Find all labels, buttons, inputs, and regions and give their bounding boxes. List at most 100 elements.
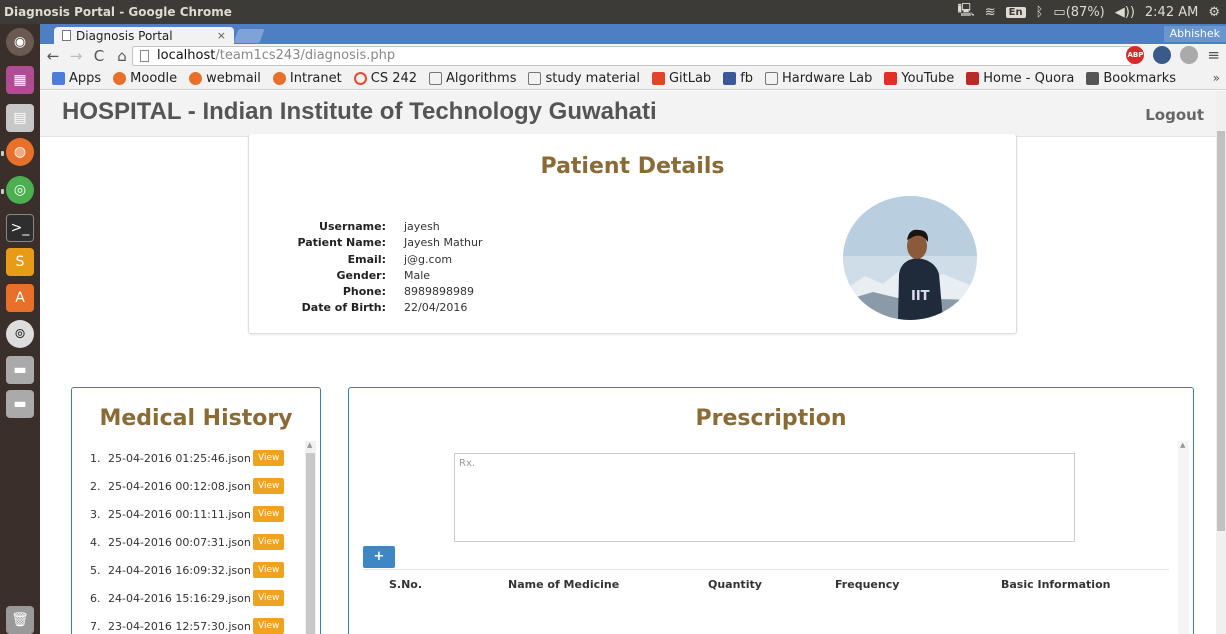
history-item-index: 7. (90, 619, 101, 633)
patient-details-list: Username: jayesh Patient Name: Jayesh Math… (289, 219, 482, 317)
youtube-icon (884, 72, 898, 85)
bookmark-fb[interactable]: fb (723, 71, 753, 86)
scroll-up-icon[interactable]: ▲ (307, 441, 312, 449)
page-scrollbar[interactable] (1216, 91, 1226, 634)
new-tab-button[interactable] (233, 29, 265, 43)
svg-text:IIT: IIT (911, 289, 930, 304)
workspace-icon[interactable]: ▦ (6, 66, 34, 94)
close-tab-icon[interactable]: × (217, 29, 226, 42)
bookmark-hardware-lab[interactable]: Hardware Lab (765, 71, 872, 86)
bluetooth-icon[interactable]: ᛒ (1036, 5, 1044, 20)
extension-icons: ABP ≡ (1126, 46, 1220, 64)
prescription-card: Prescription Rx. + S.No. Name of Medicin… (348, 387, 1194, 634)
dash-icon[interactable]: ◉ (6, 28, 34, 56)
browser-window: Diagnosis Portal × Abhishek ← → C ⌂ loca… (40, 24, 1226, 634)
email-value: j@g.com (404, 252, 453, 266)
view-button[interactable]: View (253, 562, 285, 578)
history-item-index: 4. (90, 535, 101, 549)
reload-icon[interactable]: C (89, 47, 109, 65)
cs242-icon (353, 72, 367, 85)
bookmark-webmail[interactable]: webmail (189, 71, 261, 86)
menu-icon[interactable]: ≡ (1207, 46, 1220, 64)
adblock-icon[interactable]: ABP (1126, 46, 1145, 64)
bookmark-quora[interactable]: Home - Quora (966, 71, 1074, 86)
history-item-file: 24-04-2016 16:09:32.json (108, 563, 251, 577)
bookmark-cs242[interactable]: CS 242 (353, 71, 417, 86)
home-icon[interactable]: ⌂ (112, 47, 132, 65)
view-button[interactable]: View (253, 506, 285, 522)
bookmark-intranet[interactable]: Intranet (272, 71, 342, 86)
software-center-icon[interactable]: A (6, 284, 34, 312)
bookmark-algorithms[interactable]: Algorithms (429, 71, 516, 86)
tab-strip: Diagnosis Portal × Abhishek (40, 24, 1226, 44)
tab-title: Diagnosis Portal (76, 28, 173, 43)
back-icon[interactable]: ← (43, 47, 63, 65)
extension-icon[interactable] (1153, 46, 1172, 64)
quora-icon (966, 72, 980, 85)
column-header: S.No. (389, 578, 423, 591)
bookmark-youtube[interactable]: YouTube (884, 71, 954, 86)
bookmark-apps[interactable]: Apps (52, 71, 101, 86)
history-item-file: 25-04-2016 00:07:31.json (108, 535, 251, 549)
monitor-icon[interactable]: 🖳 (957, 1, 974, 23)
history-item-index: 1. (90, 451, 101, 465)
battery-indicator[interactable]: ▭(87%) (1053, 5, 1104, 20)
view-button[interactable]: View (253, 534, 285, 550)
disk-utility-icon[interactable]: ⊚ (6, 320, 34, 348)
page-icon (429, 72, 443, 85)
bookmarks-bar: Apps Moodle webmail Intranet CS 242 Algo… (40, 68, 1226, 90)
patient-details-title: Patient Details (540, 154, 725, 179)
more-bookmarks-icon[interactable]: » (1213, 71, 1220, 85)
bookmark-gitlab[interactable]: GitLab (651, 71, 711, 86)
username-label: Username: (319, 220, 386, 233)
dob-value: 22/04/2016 (404, 301, 468, 315)
url-host: localhost (157, 48, 216, 63)
profile-button[interactable]: Abhishek (1163, 26, 1226, 42)
system-tray: 🖳 ≋ En ᛒ ▭(87%) ◀)) 2:42 AM ⚙ (957, 0, 1220, 24)
tab-diagnosis-portal[interactable]: Diagnosis Portal × (54, 27, 234, 44)
history-item: 6. 24-04-2016 15:16:29.json View (84, 584, 306, 612)
browser-toolbar: ← → C ⌂ localhost/team1cs243/diagnosis.p… (40, 44, 1226, 68)
volume-icon[interactable]: ◀)) (1115, 5, 1135, 20)
keyboard-layout-indicator[interactable]: En (1005, 6, 1026, 18)
bookmark-study-material[interactable]: study material (528, 71, 640, 86)
sublime-icon[interactable]: S (6, 248, 34, 276)
files-icon[interactable]: ▤ (6, 104, 34, 132)
extension-icon[interactable] (1180, 46, 1199, 64)
history-item-index: 2. (90, 479, 101, 493)
clock[interactable]: 2:42 AM (1145, 5, 1198, 20)
phone-label: Phone: (342, 285, 386, 299)
launcher: ◉ ▦ ▤ ◍ ◎ >_ S A ⊚ ▬ ▬ 🗑 (0, 24, 40, 634)
history-scrollbar[interactable]: ▲ (305, 441, 316, 634)
terminal-icon[interactable]: >_ (6, 214, 34, 242)
bookmark-moodle[interactable]: Moodle (113, 71, 177, 86)
add-medicine-button[interactable]: + (363, 546, 395, 568)
history-item: 1. 25-04-2016 01:25:46.json View (84, 444, 306, 472)
forward-icon[interactable]: → (66, 47, 86, 65)
os-top-panel: Diagnosis Portal - Google Chrome 🖳 ≋ En … (0, 0, 1226, 24)
chrome-icon[interactable]: ◎ (6, 176, 34, 204)
history-item-file: 23-04-2016 12:57:30.json (108, 619, 251, 633)
bookmark-bookmarks-folder[interactable]: Bookmarks (1086, 71, 1176, 86)
window-title: Diagnosis Portal - Google Chrome (4, 5, 232, 19)
medical-history-card: Medical History 1. 25-04-2016 01:25:46.js… (71, 387, 321, 634)
view-button[interactable]: View (253, 590, 285, 606)
logout-link[interactable]: Logout (1145, 106, 1204, 124)
gender-value: Male (404, 268, 431, 282)
gear-icon[interactable]: ⚙ (1208, 5, 1220, 20)
trash-icon[interactable]: 🗑 (6, 606, 34, 634)
prescription-scrollbar[interactable]: ▲ (1178, 441, 1189, 634)
page-icon (765, 72, 779, 85)
firefox-icon[interactable]: ◍ (6, 138, 34, 166)
history-item-index: 3. (90, 507, 101, 521)
view-button[interactable]: View (253, 618, 285, 634)
view-button[interactable]: View (253, 450, 285, 466)
prescription-textarea[interactable]: Rx. (454, 453, 1075, 542)
wifi-icon[interactable]: ≋ (985, 5, 996, 20)
scroll-up-icon[interactable]: ▲ (1180, 441, 1185, 449)
address-bar[interactable]: localhost/team1cs243/diagnosis.php ☆ (132, 46, 1196, 66)
drive-icon[interactable]: ▬ (6, 390, 34, 418)
drive-icon[interactable]: ▬ (6, 356, 34, 384)
history-item-file: 25-04-2016 00:11:11.json (108, 507, 251, 521)
view-button[interactable]: View (253, 478, 285, 494)
